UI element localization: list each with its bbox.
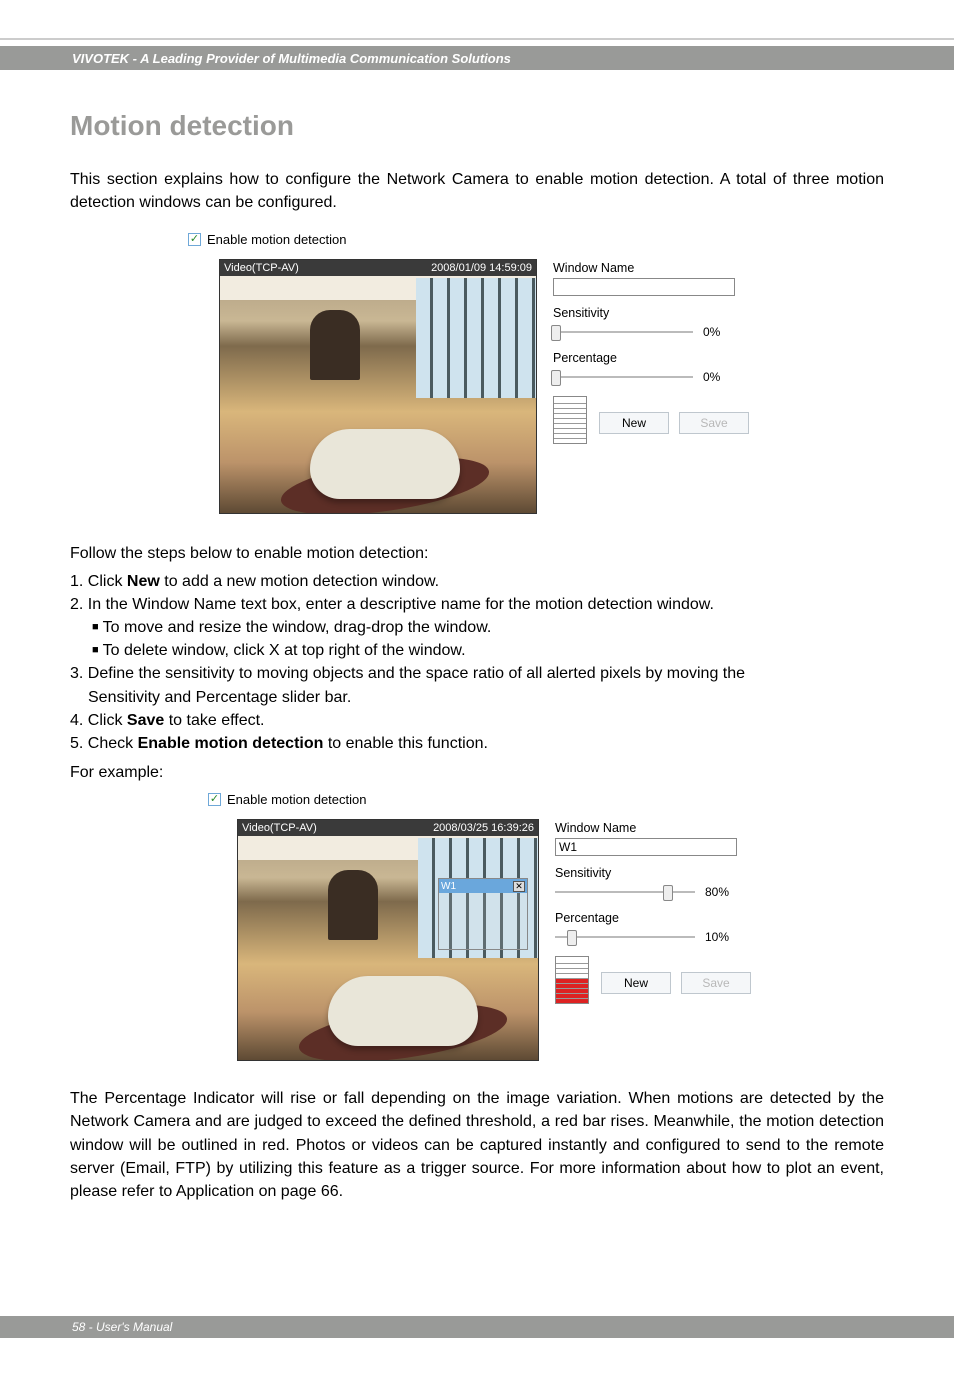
timestamp-1: 2008/01/09 14:59:09 [431, 262, 532, 274]
enable-row-1: ✓ Enable motion detection [188, 232, 346, 247]
window-name-label-2: Window Name [555, 821, 755, 835]
percentage-indicator-1 [553, 396, 587, 444]
step-3b: Sensitivity and Percentage slider bar. [70, 686, 884, 709]
step-4: 4. Click Save to take effect. [70, 709, 884, 732]
step-3: 3. Define the sensitivity to moving obje… [70, 662, 884, 685]
window-name-input-1[interactable] [553, 278, 735, 296]
scene-sofa [310, 429, 460, 499]
enable-checkbox-2[interactable]: ✓ [208, 793, 221, 806]
motion-window[interactable]: W1 ✕ [438, 878, 528, 950]
sensitivity-value-2: 80% [705, 885, 729, 899]
window-name-input-2[interactable] [555, 838, 737, 856]
section-title: Motion detection [70, 110, 884, 142]
follow-text: Follow the steps below to enable motion … [70, 542, 884, 565]
controls-1: Window Name Sensitivity 0% Percentage [553, 259, 753, 514]
enable-row-2: ✓ Enable motion detection [208, 792, 366, 807]
step-5: 5. Check Enable motion detection to enab… [70, 732, 884, 755]
step-2b: ■To delete window, click X at top right … [70, 639, 884, 662]
video-preview-2: Video(TCP-AV) 2008/03/25 16:39:26 W1 ✕ [237, 819, 539, 1061]
percentage-value-2: 10% [705, 930, 729, 944]
steps-list: 1. Click New to add a new motion detecti… [70, 570, 884, 756]
panel-2: Video(TCP-AV) 2008/03/25 16:39:26 W1 ✕ W… [199, 819, 755, 1061]
close-icon[interactable]: ✕ [513, 881, 525, 892]
percentage-slider-1[interactable] [553, 368, 693, 386]
footer-page: 58 - User's Manual [72, 1320, 172, 1334]
top-rule [0, 38, 954, 40]
panel-2-area: ✓ Enable motion detection Video(TCP-AV) … [70, 792, 884, 1061]
footer-band: 58 - User's Manual [0, 1316, 954, 1338]
header-brand: VIVOTEK - A Leading Provider of Multimed… [72, 51, 511, 66]
video-bar-1: Video(TCP-AV) 2008/01/09 14:59:09 [220, 260, 536, 276]
header-band: VIVOTEK - A Leading Provider of Multimed… [0, 46, 954, 70]
scene-fireplace [310, 310, 360, 380]
for-example-text: For example: [70, 761, 884, 784]
sensitivity-label-2: Sensitivity [555, 866, 755, 880]
intro-text: This section explains how to configure t… [70, 168, 884, 214]
sensitivity-label-1: Sensitivity [553, 306, 753, 320]
sensitivity-slider-1[interactable] [553, 323, 693, 341]
timestamp-2: 2008/03/25 16:39:26 [433, 822, 534, 834]
scene-fireplace-2 [328, 870, 378, 940]
percentage-label-1: Percentage [553, 351, 753, 365]
video-preview-1: Video(TCP-AV) 2008/01/09 14:59:09 [219, 259, 537, 514]
controls-2: Window Name Sensitivity 80% Percentage [555, 819, 755, 1061]
scene-windows [416, 278, 536, 398]
save-button-2[interactable]: Save [681, 972, 751, 994]
stream-label-1: Video(TCP-AV) [224, 262, 299, 274]
motion-window-label: W1 [441, 881, 456, 892]
enable-label-2: Enable motion detection [227, 792, 366, 807]
percentage-label-2: Percentage [555, 911, 755, 925]
sensitivity-value-1: 0% [703, 325, 720, 339]
step-2a: ■To move and resize the window, drag-dro… [70, 616, 884, 639]
enable-label-1: Enable motion detection [207, 232, 346, 247]
percentage-value-1: 0% [703, 370, 720, 384]
save-button-1[interactable]: Save [679, 412, 749, 434]
new-button-1[interactable]: New [599, 412, 669, 434]
percentage-slider-2[interactable] [555, 928, 695, 946]
video-bar-2: Video(TCP-AV) 2008/03/25 16:39:26 [238, 820, 538, 836]
step-1: 1. Click New to add a new motion detecti… [70, 570, 884, 593]
scene-sofa-2 [328, 976, 478, 1046]
stream-label-2: Video(TCP-AV) [242, 822, 317, 834]
window-name-label-1: Window Name [553, 261, 753, 275]
final-paragraph: The Percentage Indicator will rise or fa… [70, 1087, 884, 1203]
new-button-2[interactable]: New [601, 972, 671, 994]
sensitivity-slider-2[interactable] [555, 883, 695, 901]
page-content: Motion detection This section explains h… [0, 70, 954, 1203]
step-2: 2. In the Window Name text box, enter a … [70, 593, 884, 616]
percentage-indicator-2 [555, 956, 589, 1004]
panel-1-area: ✓ Enable motion detection Video(TCP-AV) … [70, 232, 884, 514]
enable-checkbox-1[interactable]: ✓ [188, 233, 201, 246]
panel-1: Video(TCP-AV) 2008/01/09 14:59:09 Window… [201, 259, 753, 514]
